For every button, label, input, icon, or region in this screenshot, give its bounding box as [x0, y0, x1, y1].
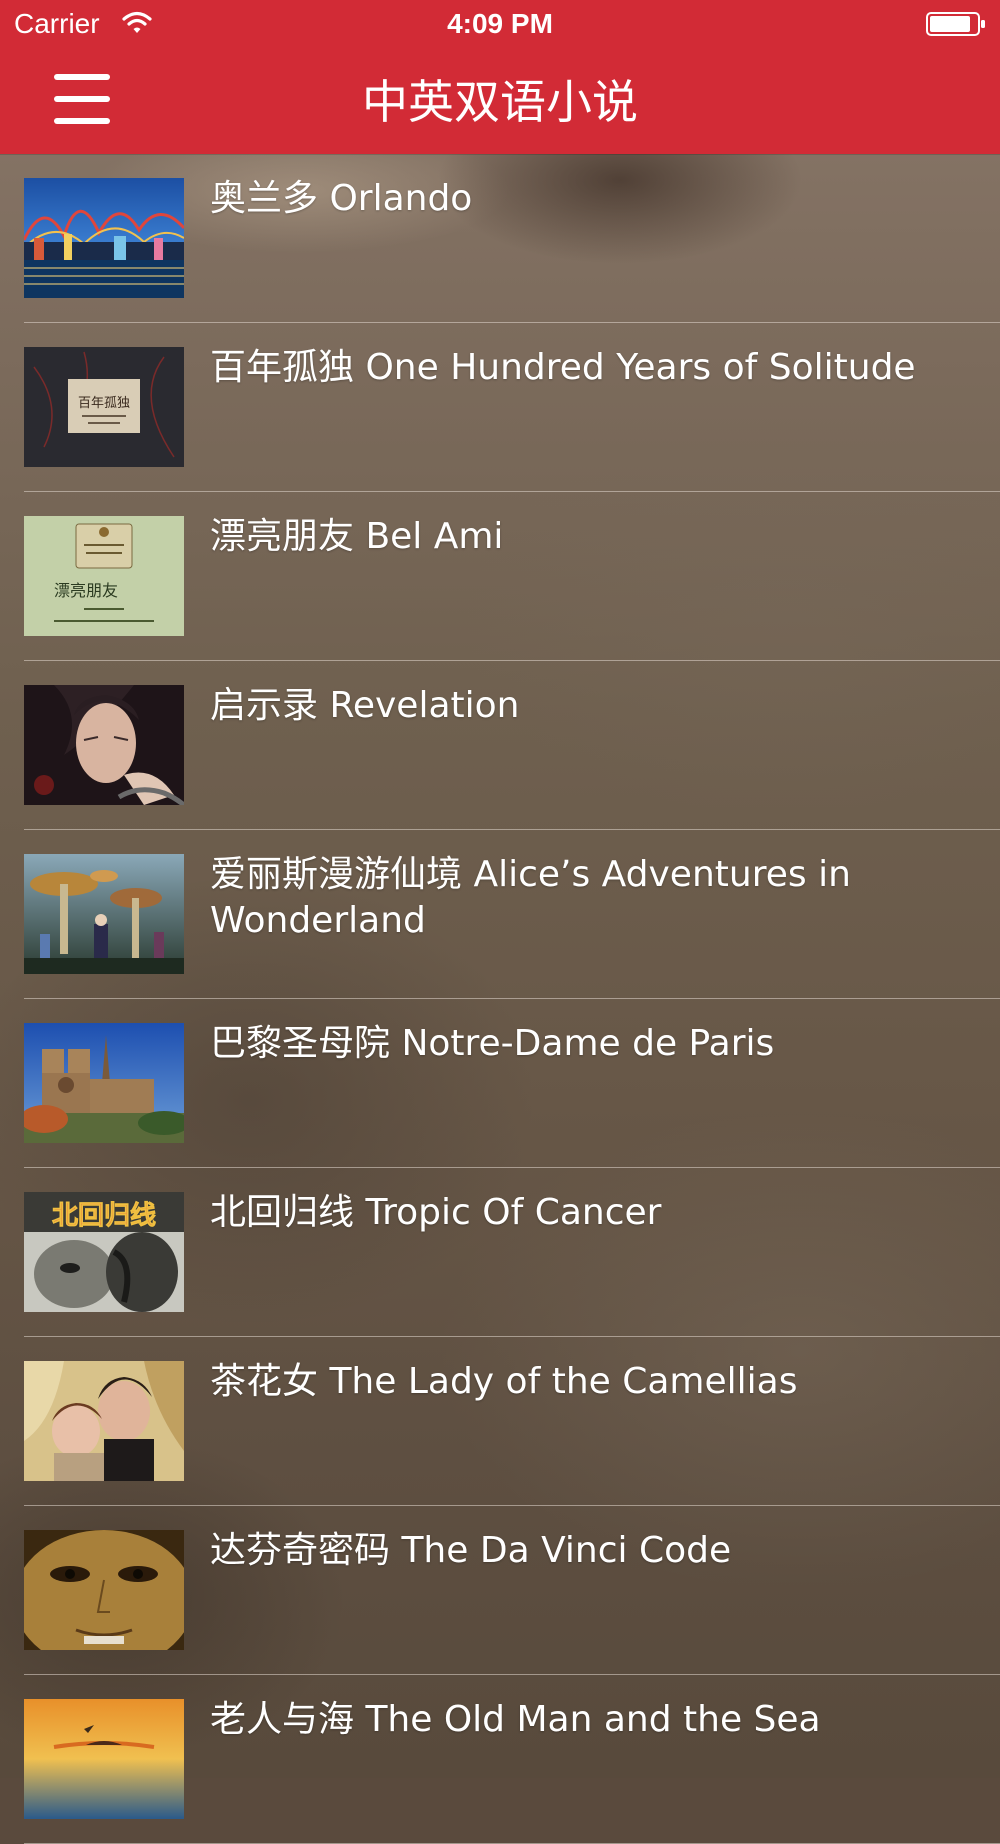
book-cover-image: 百年孤独 — [24, 347, 184, 467]
book-title: 百年孤独 One Hundred Years of Solitude — [210, 347, 916, 388]
page-title: 中英双语小说 — [362, 75, 638, 129]
book-row-revelation[interactable]: 启示录 Revelation — [0, 661, 1000, 830]
book-cover-image — [24, 1023, 184, 1143]
book-cover-image — [24, 685, 184, 805]
book-cover-image — [24, 1530, 184, 1650]
book-row-da-vinci-code[interactable]: 达芬奇密码 The Da Vinci Code — [0, 1506, 1000, 1675]
battery-icon — [926, 12, 985, 36]
book-title: 达芬奇密码 The Da Vinci Code — [210, 1530, 732, 1571]
cover-title-text: 北回归线 — [52, 1201, 156, 1231]
book-cover-image — [24, 854, 184, 974]
book-title: 北回归线 Tropic Of Cancer — [210, 1192, 662, 1233]
status-bar: Carrier 4:09 PM — [0, 0, 1000, 48]
book-row-tropic-of-cancer[interactable]: 北回归线 北回归线 Tropic Of Cancer — [0, 1168, 1000, 1337]
book-list: 奥兰多 Orlando 百年孤独 百年孤独 One Hundred Years … — [0, 154, 1000, 1844]
book-row-bel-ami[interactable]: 漂亮朋友 漂亮朋友 Bel Ami — [0, 492, 1000, 661]
book-title: 爱丽斯漫游仙境 Alice’s Adventures in Wonderland — [210, 854, 851, 941]
book-row-lady-of-the-camellias[interactable]: 茶花女 The Lady of the Camellias — [0, 1337, 1000, 1506]
book-cover-image — [24, 178, 184, 298]
book-title: 老人与海 The Old Man and the Sea — [210, 1699, 821, 1740]
book-cover-image — [24, 1699, 184, 1819]
navigation-bar: 中英双语小说 — [0, 48, 1000, 154]
book-title: 巴黎圣母院 Notre-Dame de Paris — [210, 1023, 775, 1064]
book-title: 漂亮朋友 Bel Ami — [210, 516, 504, 557]
cover-title-text: 百年孤独 — [78, 396, 130, 411]
status-time: 4:09 PM — [447, 8, 553, 39]
menu-button[interactable] — [46, 72, 118, 130]
book-title: 奥兰多 Orlando — [210, 178, 473, 219]
book-row-alice[interactable]: 爱丽斯漫游仙境 Alice’s Adventures in Wonderland — [0, 830, 1000, 999]
book-cover-image — [24, 1361, 184, 1481]
book-row-one-hundred-years[interactable]: 百年孤独 百年孤独 One Hundred Years of Solitude — [0, 323, 1000, 492]
book-title: 启示录 Revelation — [210, 685, 520, 726]
cover-title-text: 漂亮朋友 — [54, 581, 118, 600]
book-title: 茶花女 The Lady of the Camellias — [210, 1361, 798, 1402]
book-row-orlando[interactable]: 奥兰多 Orlando — [0, 154, 1000, 323]
book-cover-image: 漂亮朋友 — [24, 516, 184, 636]
book-row-notre-dame[interactable]: 巴黎圣母院 Notre-Dame de Paris — [0, 999, 1000, 1168]
book-row-old-man-and-the-sea[interactable]: 老人与海 The Old Man and the Sea — [0, 1675, 1000, 1844]
book-cover-image: 北回归线 — [24, 1192, 184, 1312]
